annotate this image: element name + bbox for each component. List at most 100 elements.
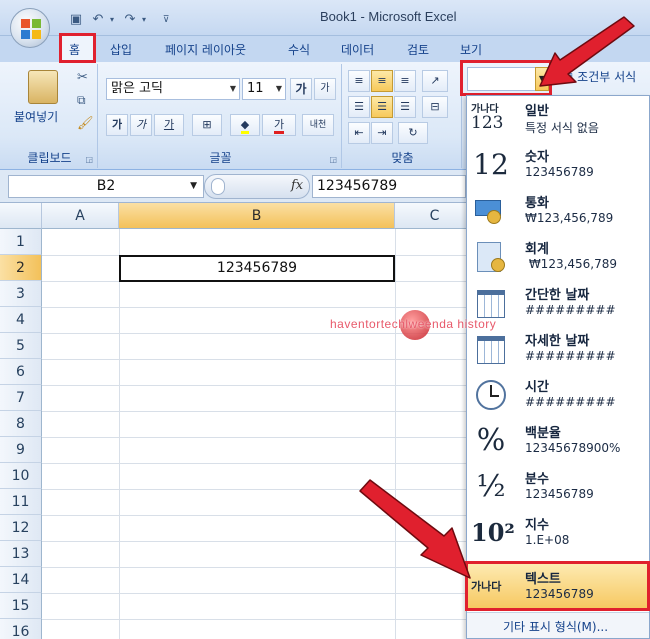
row-header[interactable]: 12 [0, 515, 42, 541]
align-bottom-icon[interactable]: ≡ [394, 70, 416, 92]
format-time[interactable]: 시간 ######### [467, 372, 649, 418]
paste-icon[interactable] [28, 70, 58, 104]
column-header-c[interactable]: C [395, 203, 466, 229]
row-header[interactable]: 4 [0, 307, 42, 333]
align-top-icon[interactable]: ≡ [348, 70, 370, 92]
increase-indent-icon[interactable]: ⇥ [371, 122, 393, 144]
paste-button[interactable]: 붙여넣기 [14, 108, 58, 125]
row-header[interactable]: 9 [0, 437, 42, 463]
redo-dropdown-icon[interactable]: ▾ [134, 10, 154, 30]
cell-b2[interactable]: 123456789 [119, 255, 395, 282]
decrease-indent-icon[interactable]: ⇤ [348, 122, 370, 144]
gridline [395, 229, 396, 639]
font-size-field[interactable]: 11 ▼ [242, 78, 286, 100]
align-right-icon[interactable]: ☰ [394, 96, 416, 118]
grip-icon[interactable] [211, 178, 225, 195]
fill-color-button[interactable]: ◆ [230, 114, 260, 136]
format-sample: ₩123,456,789 [525, 257, 618, 271]
conditional-format-button[interactable]: ▦ 조건부 서식 [562, 68, 650, 90]
row-header[interactable]: 11 [0, 489, 42, 515]
font-color-button[interactable]: 가 [262, 114, 296, 136]
row-header[interactable]: 7 [0, 385, 42, 411]
worksheet-grid[interactable]: A B C 1 2 3 4 5 6 7 8 9 10 11 12 13 14 1… [0, 203, 466, 639]
row-header[interactable]: 10 [0, 463, 42, 489]
formula-controls: fx [204, 174, 310, 199]
tab-page-layout[interactable]: 페이지 레이아웃 [165, 41, 246, 58]
cut-icon[interactable]: ✂ [77, 70, 88, 85]
format-scientific[interactable]: 10² 지수 1.E+08 [467, 510, 649, 556]
name-box[interactable]: B2 ▼ [8, 175, 204, 198]
row-header[interactable]: 16 [0, 619, 42, 639]
gridline [119, 229, 120, 639]
format-sample: 특정 서식 없음 [525, 121, 599, 135]
chevron-down-icon[interactable]: ▼ [230, 79, 236, 99]
orientation-icon[interactable]: ↗ [422, 70, 448, 92]
row-header[interactable]: 15 [0, 593, 42, 619]
formula-input[interactable]: 123456789 [312, 175, 466, 198]
underline-button[interactable]: 가 [154, 114, 184, 136]
dialog-launcher-icon[interactable]: ◲ [329, 155, 337, 164]
more-number-formats-link[interactable]: 기타 표시 형식(M)... [503, 618, 608, 635]
format-sample: ₩123,456,789 [525, 211, 614, 225]
align-left-icon[interactable]: ☰ [348, 96, 370, 118]
gridline [42, 593, 466, 594]
border-icon: ⊞ [202, 118, 212, 131]
shrink-font-button[interactable]: 가 [314, 78, 336, 100]
alignment-group: ≡ ≡ ≡ ↗ ☰ ☰ ☰ ⊟ ⇤ ⇥ ↻ 맞춤 [344, 64, 462, 168]
font-name-field[interactable]: 맑은 고딕 ▼ [106, 78, 240, 100]
text-direction-icon[interactable]: ↻ [398, 122, 428, 144]
undo-dropdown-icon[interactable]: ▾ [102, 10, 122, 30]
save-icon[interactable]: ▣ [66, 10, 86, 30]
dialog-launcher-icon[interactable]: ◲ [85, 155, 93, 164]
row-header[interactable]: 6 [0, 359, 42, 385]
row-header[interactable]: 5 [0, 333, 42, 359]
format-sample: 1.E+08 [525, 533, 570, 547]
column-header-b[interactable]: B [119, 203, 395, 229]
row-header[interactable]: 2 [0, 255, 42, 281]
format-general[interactable]: 가나다 123 일반 특정 서식 없음 [467, 96, 649, 142]
tab-data[interactable]: 데이터 [341, 41, 374, 58]
italic-button[interactable]: 가 [130, 114, 152, 136]
format-accounting[interactable]: 회계 ₩123,456,789 [467, 234, 649, 280]
watermark: haventortechlweenda history [330, 308, 518, 344]
copy-icon[interactable]: ⧉ [77, 93, 86, 108]
tab-insert[interactable]: 삽입 [110, 41, 132, 58]
bold-button[interactable]: 가 [106, 114, 128, 136]
row-header[interactable]: 14 [0, 567, 42, 593]
row-header[interactable]: 1 [0, 229, 42, 255]
format-sample: ######### [525, 349, 616, 363]
row-header[interactable]: 13 [0, 541, 42, 567]
merge-center-icon[interactable]: ⊟ [422, 96, 448, 118]
align-center-icon[interactable]: ☰ [371, 96, 393, 118]
tab-home-label[interactable]: 홈 [69, 41, 80, 58]
row-header[interactable]: 3 [0, 281, 42, 307]
customize-qat-icon[interactable]: ⊽ [156, 10, 176, 30]
fx-button[interactable]: fx [291, 178, 303, 193]
phonetic-button[interactable]: 내천 [302, 114, 334, 136]
format-percentage[interactable]: % 백분율 12345678900% [467, 418, 649, 464]
font-name-value: 맑은 고딕 [111, 81, 163, 96]
tab-formulas[interactable]: 수식 [288, 41, 310, 58]
watermark-text: haventortechlweenda history [330, 317, 497, 331]
format-currency[interactable]: 통화 ₩123,456,789 [467, 188, 649, 234]
percent-icon: % [476, 423, 506, 458]
gridline [42, 385, 466, 386]
format-name: 숫자 [525, 150, 549, 165]
tab-review[interactable]: 검토 [407, 41, 429, 58]
format-name: 회계 [525, 242, 549, 257]
grow-font-button[interactable]: 가 [290, 78, 312, 100]
chevron-down-icon[interactable]: ▼ [190, 176, 197, 197]
gridline [42, 541, 466, 542]
format-painter-icon[interactable]: 🖌 [77, 116, 94, 131]
office-button[interactable] [10, 8, 50, 48]
select-all-corner[interactable] [0, 203, 42, 229]
border-button[interactable]: ⊞ [192, 114, 222, 136]
row-header[interactable]: 8 [0, 411, 42, 437]
align-middle-icon[interactable]: ≡ [371, 70, 393, 92]
chevron-down-icon[interactable]: ▼ [276, 79, 282, 99]
format-name: 자세한 날짜 [525, 334, 590, 349]
tab-view[interactable]: 보기 [460, 41, 482, 58]
format-fraction[interactable]: ½ 분수 123456789 [467, 464, 649, 510]
format-number[interactable]: 12 숫자 123456789 [467, 142, 649, 188]
column-header-a[interactable]: A [42, 203, 119, 229]
